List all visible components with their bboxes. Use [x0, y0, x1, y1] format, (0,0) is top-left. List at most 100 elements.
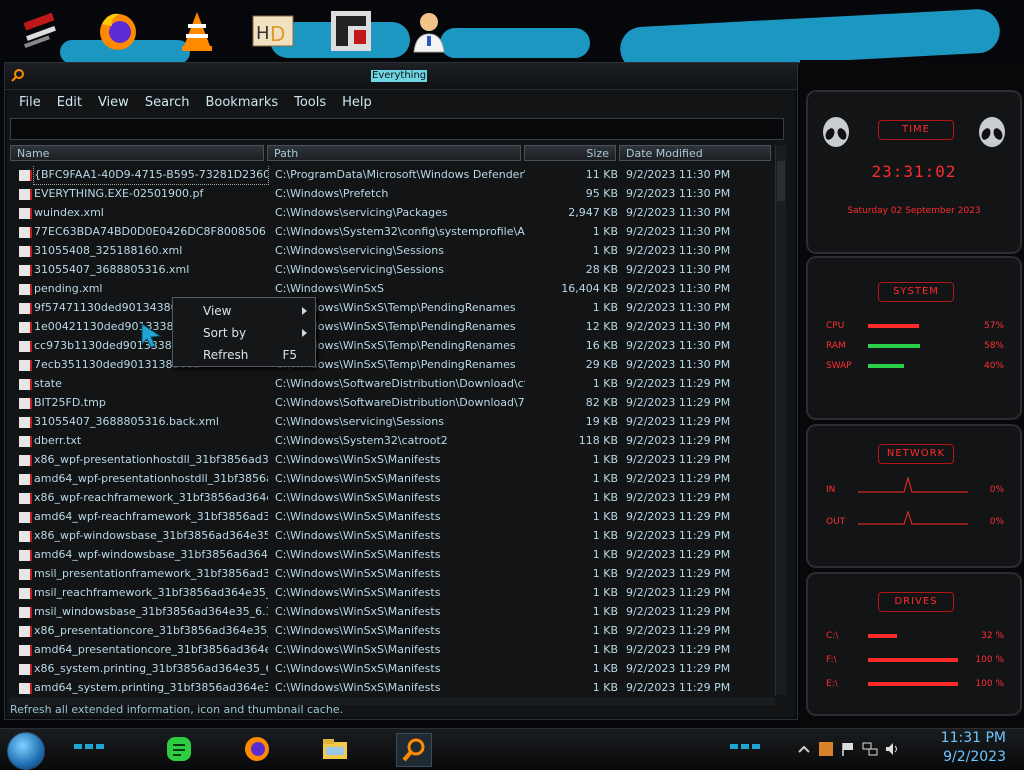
- drives-title: DRIVES: [878, 592, 954, 612]
- menu-help[interactable]: Help: [334, 93, 380, 113]
- table-row[interactable]: dberr.txt C:\Windows\System32\catroot2 118…: [10, 431, 772, 450]
- network-icon[interactable]: [862, 741, 878, 757]
- status-bar: Refresh all extended information, icon a…: [10, 703, 344, 716]
- column-path[interactable]: Path: [267, 145, 521, 161]
- table-row[interactable]: 7ecb351130ded90131380003 C:\Windows\WinSx…: [10, 355, 772, 374]
- scrollbar-thumb[interactable]: [777, 161, 785, 201]
- file-icon: [19, 550, 32, 561]
- swap-bar: [868, 364, 904, 368]
- table-row[interactable]: x86_wpf-windowsbase_31bf3856ad364e35_6..…: [10, 526, 772, 545]
- context-item-sort-by[interactable]: Sort by: [173, 322, 315, 344]
- file-date-modified: 9/2/2023 11:30 PM: [626, 187, 731, 200]
- file-icon: [19, 531, 32, 542]
- file-icon: [19, 341, 32, 352]
- table-row[interactable]: x86_wpf-presentationhostdll_31bf3856ad36…: [10, 450, 772, 469]
- file-icon: [19, 303, 32, 314]
- table-row[interactable]: 9f57471130ded90134380003 C:\Windows\WinSx…: [10, 298, 772, 317]
- flag-icon[interactable]: [840, 741, 856, 757]
- taskbar-decoration: [730, 744, 760, 749]
- menu-edit[interactable]: Edit: [49, 93, 90, 113]
- file-icon: [19, 379, 32, 390]
- file-size: 1 KB: [592, 301, 618, 314]
- tools-icon[interactable]: [16, 6, 66, 56]
- network-out-label: OUT: [826, 517, 846, 527]
- system-tray: [796, 739, 900, 759]
- file-icon: [19, 512, 32, 523]
- language-icon[interactable]: [818, 741, 834, 757]
- table-row[interactable]: amd64_system.printing_31bf3856ad364e35_.…: [10, 678, 772, 697]
- drive-c-row: C:\ 32 %: [826, 630, 1004, 642]
- menu-search[interactable]: Search: [137, 93, 198, 113]
- file-explorer-icon[interactable]: [318, 733, 352, 765]
- search-input[interactable]: [10, 118, 784, 140]
- app-icon[interactable]: [326, 6, 376, 56]
- vlc-icon[interactable]: [172, 6, 222, 56]
- file-icon: [19, 208, 32, 219]
- drives-widget: DRIVES C:\ 32 % F:\ 100 % E:\ 100 %: [806, 572, 1022, 716]
- start-button[interactable]: [7, 732, 45, 770]
- menu-file[interactable]: File: [11, 93, 49, 113]
- firefox-icon[interactable]: [92, 6, 142, 56]
- file-size: 1 KB: [592, 244, 618, 257]
- column-name[interactable]: Name: [10, 145, 264, 161]
- table-row[interactable]: amd64_presentationcore_31bf3856ad364e35.…: [10, 640, 772, 659]
- taskbar-clock[interactable]: 11:31 PM 9/2/2023: [941, 729, 1006, 767]
- alien-head-icon: [979, 117, 1005, 147]
- file-size: 1 KB: [592, 681, 618, 694]
- volume-icon[interactable]: [884, 741, 900, 757]
- vertical-scrollbar[interactable]: [775, 145, 786, 695]
- table-row[interactable]: x86_presentationcore_31bf3856ad364e35_6.…: [10, 621, 772, 640]
- table-row[interactable]: 31055407_3688805316.xml C:\Windows\servic…: [10, 260, 772, 279]
- drive-e-bar: [868, 682, 958, 686]
- table-row[interactable]: x86_system.printing_31bf3856ad364e35_6.3…: [10, 659, 772, 678]
- drive-c-bar: [868, 634, 897, 638]
- column-size[interactable]: Size: [524, 145, 616, 161]
- context-item-view[interactable]: View: [173, 300, 315, 322]
- menu-view[interactable]: View: [90, 93, 137, 113]
- network-in-value: 0%: [989, 485, 1004, 495]
- table-row[interactable]: amd64_wpf-reachframework_31bf3856ad364..…: [10, 507, 772, 526]
- file-path: C:\Windows\servicing\Sessions: [275, 244, 444, 257]
- user-icon[interactable]: [404, 6, 454, 56]
- file-name: x86_wpf-windowsbase_31bf3856ad364e35_6..…: [34, 529, 268, 542]
- file-path: C:\Windows\servicing\Sessions: [275, 263, 444, 276]
- file-icon: [19, 170, 32, 181]
- menu-tools[interactable]: Tools: [286, 93, 334, 113]
- table-row[interactable]: 77EC63BDA74BD0D0E0426DC8F8008506 C:\Windo…: [10, 222, 772, 241]
- table-row[interactable]: 31055408_325188160.xml C:\Windows\servici…: [10, 241, 772, 260]
- network-out-graph: [858, 510, 968, 525]
- table-row[interactable]: 1e00421130ded90133380003 C:\Windows\WinSx…: [10, 317, 772, 336]
- everything-search-icon[interactable]: [396, 733, 432, 767]
- file-date-modified: 9/2/2023 11:30 PM: [626, 168, 731, 181]
- menu-bookmarks[interactable]: Bookmarks: [197, 93, 286, 113]
- file-name: amd64_wpf-reachframework_31bf3856ad364..…: [34, 510, 268, 523]
- table-row[interactable]: x86_wpf-reachframework_31bf3856ad364e35.…: [10, 488, 772, 507]
- table-row[interactable]: 31055407_3688805316.back.xml C:\Windows\s…: [10, 412, 772, 431]
- show-hidden-icons-icon[interactable]: [796, 741, 812, 757]
- file-path: C:\Windows\WinSxS\Manifests: [275, 662, 441, 675]
- file-path: C:\Windows\System32\catroot2: [275, 434, 448, 447]
- table-row[interactable]: EVERYTHING.EXE-02501900.pf C:\Windows\Pre…: [10, 184, 772, 203]
- hxd-icon[interactable]: HD: [248, 6, 298, 56]
- table-row[interactable]: wuindex.xml C:\Windows\servicing\Packages…: [10, 203, 772, 222]
- firefox-icon[interactable]: [240, 733, 274, 765]
- table-row[interactable]: amd64_wpf-windowsbase_31bf3856ad364e3...…: [10, 545, 772, 564]
- context-item-refresh[interactable]: Refresh F5: [173, 344, 315, 366]
- table-row[interactable]: pending.xml C:\Windows\WinSxS 16,404 KB 9/2…: [10, 279, 772, 298]
- column-date-modified[interactable]: Date Modified: [619, 145, 771, 161]
- file-path: C:\Windows\SoftwareDistribution\Download…: [275, 396, 525, 409]
- notes-icon[interactable]: [162, 733, 196, 765]
- table-row[interactable]: amd64_wpf-presentationhostdll_31bf3856ad…: [10, 469, 772, 488]
- table-row[interactable]: msil_reachframework_31bf3856ad364e35_6.3…: [10, 583, 772, 602]
- title-bar[interactable]: Everything: [5, 63, 797, 90]
- table-row[interactable]: BIT25FD.tmp C:\Windows\SoftwareDistributi…: [10, 393, 772, 412]
- table-row[interactable]: {BFC9FAA1-40D9-4715-B595-73281D236018} C:…: [10, 165, 772, 185]
- file-date-modified: 9/2/2023 11:29 PM: [626, 510, 731, 523]
- table-row[interactable]: state C:\Windows\SoftwareDistribution\Dow…: [10, 374, 772, 393]
- table-row[interactable]: msil_presentationframework_31bf3856ad364…: [10, 564, 772, 583]
- table-row[interactable]: msil_windowsbase_31bf3856ad364e35_6.3.9.…: [10, 602, 772, 621]
- file-date-modified: 9/2/2023 11:29 PM: [626, 396, 731, 409]
- file-name: 31055407_3688805316.back.xml: [34, 415, 219, 428]
- table-row[interactable]: cc973b1130ded90133380003 C:\Windows\WinSx…: [10, 336, 772, 355]
- drive-e-label: E:\: [826, 679, 838, 689]
